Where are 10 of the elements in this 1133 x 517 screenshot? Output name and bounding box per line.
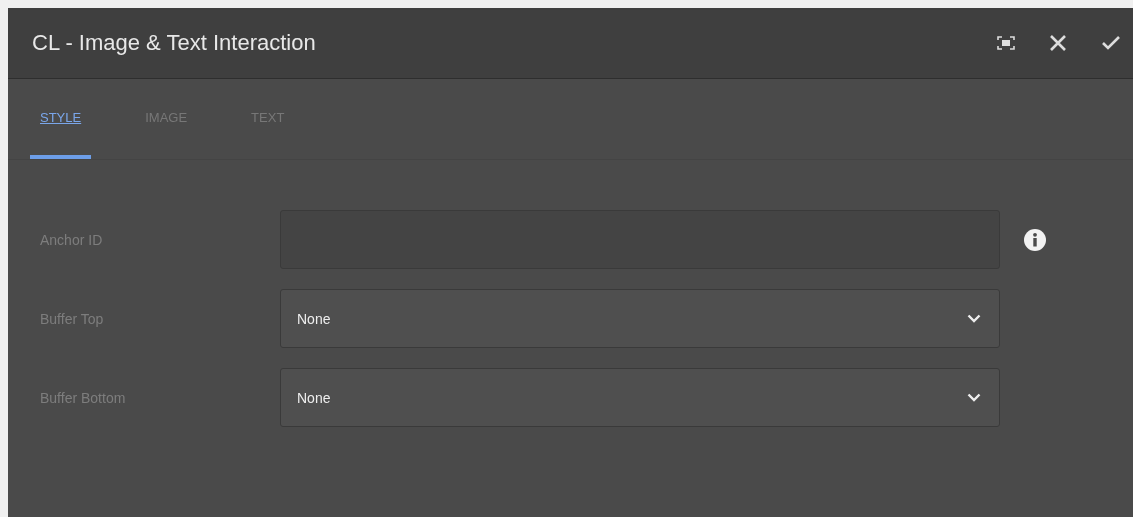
checkmark-icon bbox=[1101, 35, 1121, 51]
close-icon bbox=[1049, 34, 1067, 52]
dropdown-field[interactable]: None bbox=[280, 368, 1000, 427]
dropdown-field[interactable]: None bbox=[280, 289, 1000, 348]
chevron-down-icon bbox=[967, 314, 981, 323]
tab[interactable]: STYLE bbox=[30, 79, 92, 159]
window-title: CL - Image & Text Interaction bbox=[32, 30, 316, 56]
info-icon[interactable] bbox=[1024, 228, 1046, 251]
chevron-down-icon bbox=[967, 393, 981, 402]
fullscreen-icon bbox=[997, 36, 1015, 50]
